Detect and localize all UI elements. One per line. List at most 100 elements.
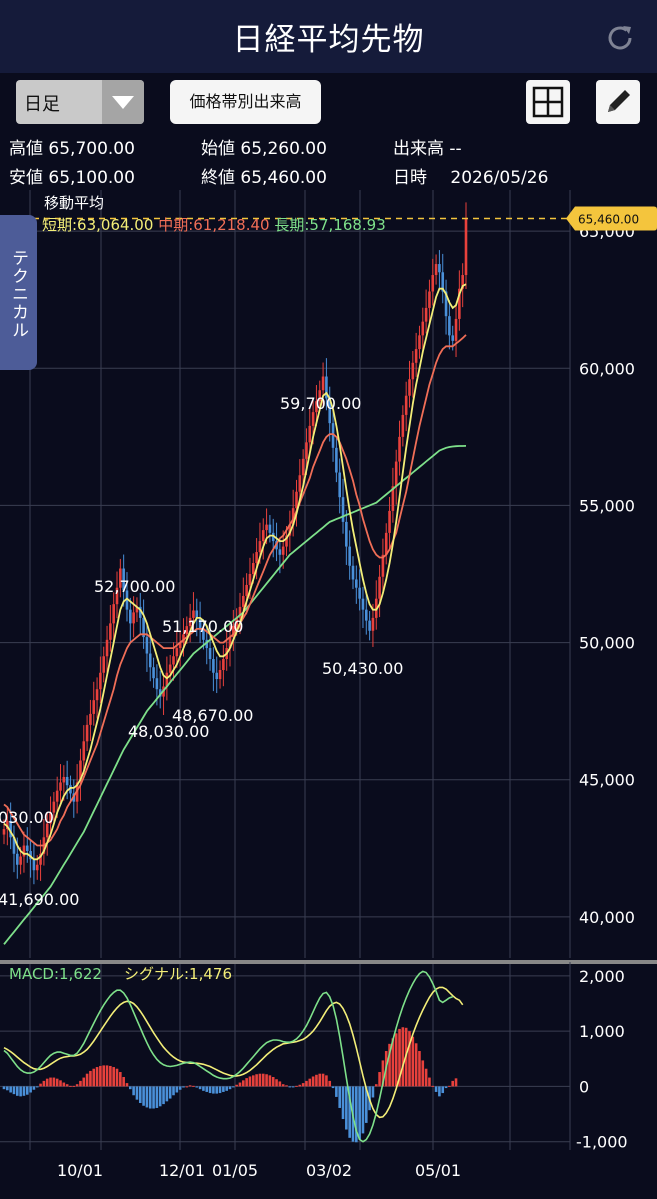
candle-body xyxy=(172,656,175,665)
macd-hist-bar xyxy=(148,1086,152,1109)
macd-hist-bar xyxy=(95,1067,99,1087)
macd-hist-bar xyxy=(45,1078,49,1087)
price-annotation: 52,700.00 xyxy=(94,577,175,596)
candle-body xyxy=(305,442,308,459)
candle-body xyxy=(355,579,358,588)
candle-body xyxy=(414,349,418,363)
candle-body xyxy=(401,414,405,437)
candle-body xyxy=(175,648,179,657)
macd-hist-bar xyxy=(341,1086,345,1120)
candle-body xyxy=(261,530,265,542)
candle-body xyxy=(35,864,39,871)
candle-body xyxy=(62,776,66,783)
price-annotation: 59,700.00 xyxy=(280,394,361,413)
macd-hist-bar xyxy=(12,1086,16,1095)
macd-hist-bar xyxy=(165,1086,169,1102)
macd-hist-bar xyxy=(328,1080,332,1087)
macd-hist-bar xyxy=(89,1070,92,1087)
macd-hist-bar xyxy=(261,1073,265,1087)
macd-hist-bar xyxy=(15,1086,19,1096)
macd-hist-bar xyxy=(138,1086,142,1103)
macd-hist-bar xyxy=(188,1085,192,1087)
candle-body xyxy=(281,546,285,555)
ma-heading: 移動平均 xyxy=(44,194,105,212)
candle-body xyxy=(65,776,69,786)
macd-hist-bar xyxy=(444,1086,448,1089)
macd-hist-bar xyxy=(248,1076,252,1087)
candle-body xyxy=(145,637,149,654)
candle-body xyxy=(132,612,135,624)
macd-hist-bar xyxy=(295,1085,298,1087)
candle-body xyxy=(242,595,245,607)
y-tick-label: 40,000 xyxy=(579,908,635,927)
macd-hist-bar xyxy=(172,1086,175,1096)
macd-hist-bar xyxy=(79,1080,82,1087)
macd-hist-bar xyxy=(361,1086,365,1134)
candle-body xyxy=(421,321,425,336)
macd-hist-bar xyxy=(245,1078,248,1087)
candle-body xyxy=(248,574,252,585)
price-annotation: 030.00 xyxy=(0,808,54,827)
candle-body xyxy=(404,395,408,415)
macd-hist-bar xyxy=(35,1086,39,1088)
candle-body xyxy=(155,678,159,690)
candle-body xyxy=(345,521,348,547)
macd-hist-bar xyxy=(49,1077,52,1087)
macd-hist-bar xyxy=(225,1086,228,1091)
candle-body xyxy=(85,724,89,742)
macd-hist-bar xyxy=(275,1079,278,1087)
candle-body xyxy=(408,379,411,396)
price-chart[interactable]: 40,00045,00050,00055,00060,00065,00065,4… xyxy=(0,0,657,1199)
macd-hist-bar xyxy=(6,1086,9,1091)
price-annotation: 41,690.00 xyxy=(0,890,79,909)
macd-hist-bar xyxy=(222,1086,225,1092)
candle-body xyxy=(251,563,255,574)
macd-hist-bar xyxy=(271,1077,275,1087)
candle-body xyxy=(25,845,29,852)
candle-body xyxy=(298,475,302,492)
candle-body xyxy=(95,689,99,701)
macd-hist-bar xyxy=(441,1086,445,1094)
macd-hist-bar xyxy=(291,1086,295,1088)
candle-body xyxy=(361,598,365,610)
macd-hist-bar xyxy=(129,1086,132,1090)
macd-hist-bar xyxy=(185,1086,189,1088)
ma-long-value: 長期:57,168.93 xyxy=(274,216,386,234)
macd-hist-bar xyxy=(215,1086,219,1094)
macd-hist-bar xyxy=(69,1085,72,1087)
y-tick-label: 55,000 xyxy=(579,496,635,515)
candle-body xyxy=(218,670,222,680)
technical-tab[interactable]: テクニカル xyxy=(0,215,37,370)
macd-hist-bar xyxy=(9,1086,12,1093)
macd-tick-label: 1,000 xyxy=(579,1022,625,1041)
candle-body xyxy=(368,620,371,631)
macd-hist-bar xyxy=(325,1075,328,1087)
candle-body xyxy=(102,656,106,673)
candle-body xyxy=(454,318,458,341)
candle-body xyxy=(89,713,92,725)
candle-body xyxy=(152,667,155,679)
candle-body xyxy=(341,497,345,522)
candle-body xyxy=(2,829,6,835)
candle-body xyxy=(434,264,438,276)
price-annotation: 48,030.00 xyxy=(128,722,209,741)
macd-hist-bar xyxy=(168,1086,172,1099)
macd-hist-bar xyxy=(308,1078,312,1087)
candle-body xyxy=(371,617,375,631)
macd-hist-bar xyxy=(135,1086,139,1100)
candle-body xyxy=(384,532,388,555)
candle-body xyxy=(129,609,132,624)
candle-body xyxy=(378,576,381,599)
macd-tick-label: 2,000 xyxy=(579,967,625,986)
macd-hist-bar xyxy=(421,1060,425,1087)
candle-body xyxy=(278,549,282,555)
macd-hist-bar xyxy=(192,1085,195,1087)
x-tick-label: 05/01 xyxy=(415,1161,461,1180)
macd-hist-bar xyxy=(228,1086,232,1090)
macd-hist-bar xyxy=(125,1083,129,1087)
macd-hist-bar xyxy=(75,1084,79,1087)
y-tick-label: 60,000 xyxy=(579,359,635,378)
macd-hist-bar xyxy=(162,1086,165,1105)
candle-body xyxy=(208,648,212,660)
macd-hist-bar xyxy=(232,1086,235,1088)
